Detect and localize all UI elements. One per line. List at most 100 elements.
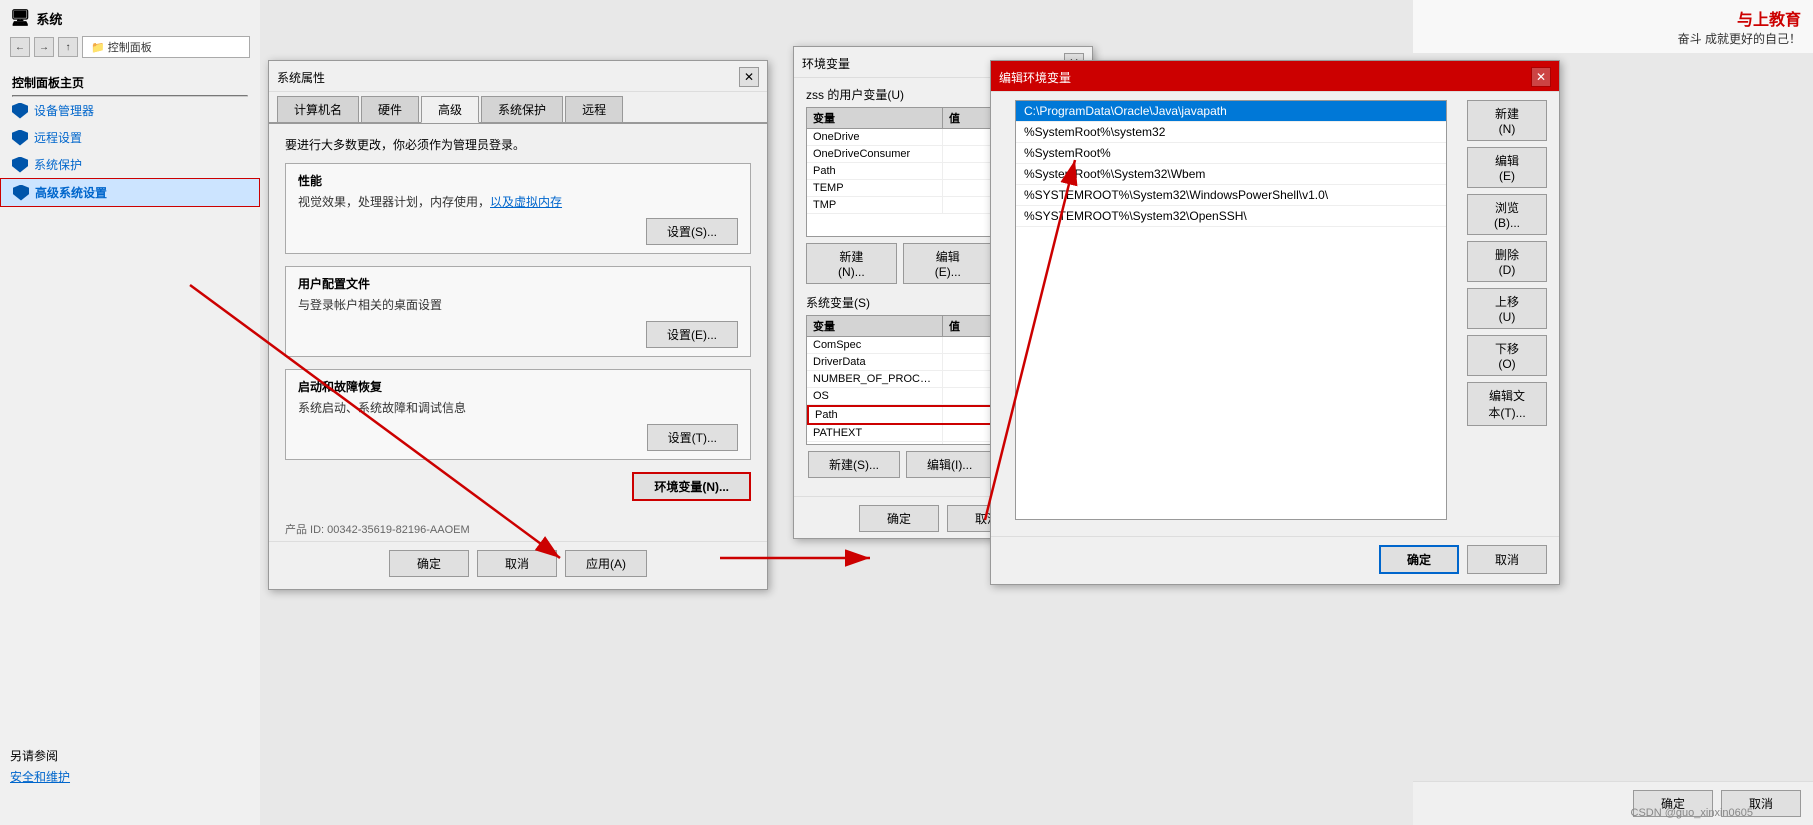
nav-up-btn[interactable]: ↑ [58,37,78,57]
edit-env-list[interactable]: C:\ProgramData\Oracle\Java\javapath %Sys… [1015,100,1447,520]
envvars-title: 环境变量 [802,55,850,72]
shield-icon-1 [12,103,28,119]
cp-sidebar-title: 控制面板主页 [0,70,260,95]
performance-section: 性能 视觉效果，处理器计划，内存使用，以及虚拟内存 设置(S)... [285,163,751,254]
sys-new-btn[interactable]: 新建(S)... [808,451,900,478]
user-cell-var-2: OneDriveConsumer [807,146,943,162]
startup-section: 启动和故障恢复 系统启动、系统故障和调试信息 设置(T)... [285,369,751,460]
performance-title: 性能 [298,172,738,189]
sys-edit-btn[interactable]: 编辑(I)... [906,451,993,478]
tab-computername[interactable]: 计算机名 [277,96,359,122]
userprofile-btn-row: 设置(E)... [298,321,738,348]
user-cell-var-1: OneDrive [807,129,943,145]
user-cell-var-3: Path [807,163,943,179]
user-cell-var-4: TEMP [807,180,943,196]
env-vars-btn[interactable]: 环境变量(N)... [632,472,751,501]
sysprops-ok-btn[interactable]: 确定 [389,550,469,577]
performance-btn-row: 设置(S)... [298,218,738,245]
cp-footer-link[interactable]: 安全和维护 [10,768,70,785]
csdn-label: CSDN @guo_xinxin0605 [1631,807,1753,819]
edit-env-title: 编辑环境变量 [999,69,1071,86]
userprofile-title: 用户配置文件 [298,275,738,292]
tab-remote[interactable]: 远程 [565,96,623,122]
edit-env-item-3[interactable]: %SystemRoot%\System32\Wbem [1016,164,1446,185]
edit-env-item-2[interactable]: %SystemRoot% [1016,143,1446,164]
user-cell-var-5: TMP [807,197,943,213]
edit-env-new-btn[interactable]: 新建(N) [1467,100,1547,141]
userprofile-desc: 与登录帐户相关的桌面设置 [298,296,738,313]
sysprops-titlebar: 系统属性 ✕ [269,61,767,92]
edit-env-ok-btn[interactable]: 确定 [1379,545,1459,574]
edit-env-browse-btn[interactable]: 浏览(B)... [1467,194,1547,235]
sys-cell-var-5: Path [809,407,943,423]
sys-cell-var-2: DriverData [807,354,943,370]
shield-icon-2 [12,130,28,146]
sysprops-title: 系统属性 [277,69,325,86]
nav-forward-btn[interactable]: → [34,37,54,57]
sysprops-close-btn[interactable]: ✕ [739,67,759,87]
edit-env-delete-btn[interactable]: 删除(D) [1467,241,1547,282]
edit-env-content: C:\ProgramData\Oracle\Java\javapath %Sys… [991,92,1559,536]
admin-note: 要进行大多数更改，你必须作为管理员登录。 [285,136,751,153]
performance-desc: 视觉效果，处理器计划，内存使用，以及虚拟内存 [298,193,738,210]
bottom-bar: 确定 取消 [1413,781,1813,825]
edit-env-titlebar: 编辑环境变量 ✕ [991,61,1559,92]
edit-env-list-area: C:\ProgramData\Oracle\Java\javapath %Sys… [1003,92,1459,528]
sidebar-label-remote-settings: 远程设置 [34,129,82,146]
envvars-ok-btn[interactable]: 确定 [859,505,939,532]
edit-env-item-5[interactable]: %SYSTEMROOT%\System32\OpenSSH\ [1016,206,1446,227]
product-id: 产品 ID: 00342-35619-82196-AAOEM [269,517,767,541]
sys-cell-var-3: NUMBER_OF_PROCESSOR [807,371,943,387]
sysprops-footer: 确定 取消 应用(A) [269,541,767,589]
tab-hardware[interactable]: 硬件 [361,96,419,122]
edit-env-edittext-btn[interactable]: 编辑文本(T)... [1467,382,1547,426]
branding-logo: 与上教育 [1425,6,1801,30]
edit-env-movedown-btn[interactable]: 下移(O) [1467,335,1547,376]
user-edit-btn[interactable]: 编辑(E)... [903,243,993,284]
nav-back-btn[interactable]: ← [10,37,30,57]
sidebar-label-system-protection: 系统保护 [34,156,82,173]
cp-title: 系统 [36,9,62,28]
tab-systemprotection[interactable]: 系统保护 [481,96,563,122]
sysprops-tab-bar: 计算机名 硬件 高级 系统保护 远程 [269,92,767,124]
edit-env-item-0[interactable]: C:\ProgramData\Oracle\Java\javapath [1016,101,1446,122]
system-properties-dialog: 系统属性 ✕ 计算机名 硬件 高级 系统保护 远程 要进行大多数更改，你必须作为… [268,60,768,590]
cp-footer-title: 另请参阅 [10,747,70,764]
edit-env-close-btn[interactable]: ✕ [1531,67,1551,87]
sys-cell-var-7: PROCESSOR_ARCHITECTU [807,442,943,445]
edit-env-cancel-btn[interactable]: 取消 [1467,545,1547,574]
startup-btn-row: 设置(T)... [298,424,738,451]
sidebar-item-advanced-settings[interactable]: 高级系统设置 [0,178,260,207]
sidebar-label-device-manager: 设备管理器 [34,102,94,119]
edit-env-item-4[interactable]: %SYSTEMROOT%\System32\WindowsPowerShell\… [1016,185,1446,206]
folder-icon: 📁 [91,42,105,54]
sys-cell-var-6: PATHEXT [807,425,943,441]
control-panel-window: 🖥 系统 ← → ↑ 📁 控制面板 控制面板主页 设备管理器 远程设置 系统保护… [0,0,260,825]
sys-col-var: 变量 [807,316,943,336]
cp-sidebar: 控制面板主页 设备管理器 远程设置 系统保护 高级系统设置 [0,62,260,215]
sidebar-item-system-protection[interactable]: 系统保护 [0,151,260,178]
performance-settings-btn[interactable]: 设置(S)... [646,218,738,245]
userprofile-settings-btn[interactable]: 设置(E)... [646,321,738,348]
sysprops-apply-btn[interactable]: 应用(A) [565,550,647,577]
startup-title: 启动和故障恢复 [298,378,738,395]
sys-cell-var-4: OS [807,388,943,404]
sidebar-item-device-manager[interactable]: 设备管理器 [0,97,260,124]
branding-area: 与上教育 奋斗 成就更好的自己！ [1413,0,1813,53]
virtual-mem-link[interactable]: 以及虚拟内存 [490,195,562,209]
edit-env-moveup-btn[interactable]: 上移(U) [1467,288,1547,329]
cp-nav-bar: ← → ↑ 📁 控制面板 [0,32,260,62]
edit-env-edit-btn[interactable]: 编辑(E) [1467,147,1547,188]
shield-icon-4 [13,185,29,201]
tab-advanced[interactable]: 高级 [421,96,479,123]
startup-settings-btn[interactable]: 设置(T)... [647,424,738,451]
cp-header: 🖥 系统 [0,0,260,32]
edit-env-item-1[interactable]: %SystemRoot%\system32 [1016,122,1446,143]
user-new-btn[interactable]: 新建(N)... [806,243,897,284]
edit-env-dialog: 编辑环境变量 ✕ C:\ProgramData\Oracle\Java\java… [990,60,1560,585]
sidebar-item-remote-settings[interactable]: 远程设置 [0,124,260,151]
branding-subtitle: 奋斗 成就更好的自己！ [1425,30,1801,47]
cp-footer: 另请参阅 安全和维护 [10,747,70,785]
sysprops-cancel-btn[interactable]: 取消 [477,550,557,577]
edit-env-footer: 确定 取消 [991,536,1559,584]
